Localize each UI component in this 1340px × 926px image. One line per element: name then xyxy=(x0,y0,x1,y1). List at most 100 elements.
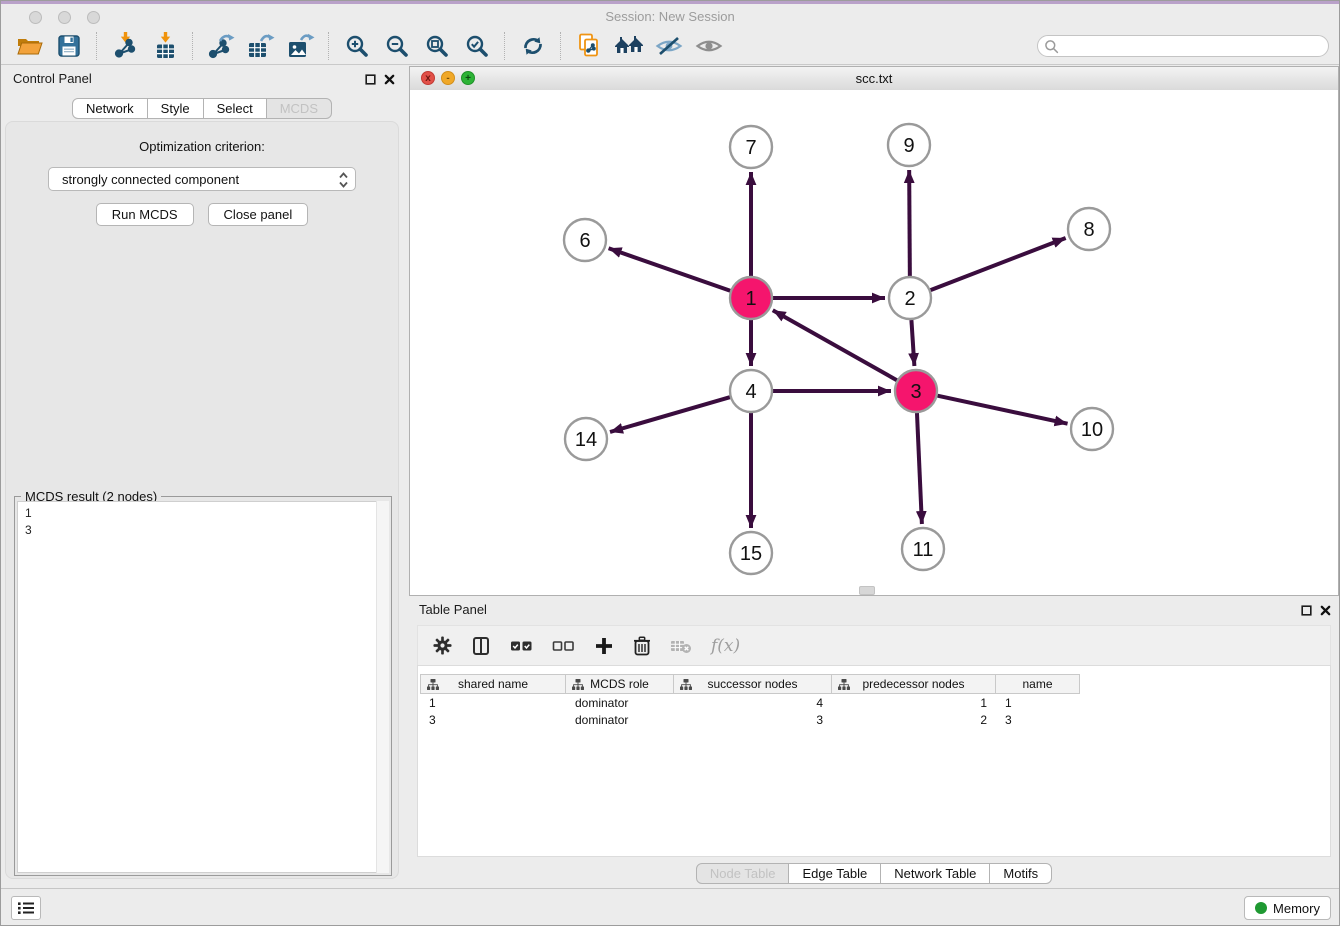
table-panel-tabs: Node TableEdge TableNetwork TableMotifs xyxy=(409,863,1339,884)
mcds-result-text[interactable]: 13 xyxy=(17,501,389,873)
column-header-shared-name[interactable]: shared name xyxy=(420,674,566,694)
edge-4-14[interactable] xyxy=(610,397,730,432)
select-all-button[interactable] xyxy=(510,639,533,653)
svg-text:3: 3 xyxy=(910,381,921,403)
table-row[interactable]: 1dominator411 xyxy=(420,694,1080,711)
main-toolbar xyxy=(1,27,1339,65)
column-header-mcds-role[interactable]: MCDS role xyxy=(566,674,674,694)
table-settings-button[interactable] xyxy=(433,636,452,655)
mcds-result-groupbox: MCDS result (2 nodes) 13 xyxy=(14,496,392,876)
table-row[interactable]: 3dominator323 xyxy=(420,711,1080,728)
close-table-panel-icon[interactable] xyxy=(1320,603,1331,621)
svg-text:6: 6 xyxy=(579,230,590,252)
toolbar-separator xyxy=(192,32,194,60)
graph-node-14[interactable]: 14 xyxy=(565,418,607,460)
hide-selected-button[interactable] xyxy=(651,30,687,62)
table-cell[interactable]: 1 xyxy=(832,696,996,710)
tab-mcds[interactable]: MCDS xyxy=(266,98,332,119)
float-panel-icon[interactable] xyxy=(365,72,376,90)
table-cell[interactable]: 1 xyxy=(996,696,1080,710)
criterion-dropdown[interactable]: strongly connected component xyxy=(48,167,356,191)
table-cell[interactable]: 3 xyxy=(674,713,832,727)
tab-motifs[interactable]: Motifs xyxy=(989,863,1052,884)
new-network-from-selection-button[interactable] xyxy=(571,30,607,62)
delete-table-icon xyxy=(670,638,692,654)
apply-layout-button[interactable] xyxy=(515,30,551,62)
tab-network[interactable]: Network xyxy=(72,98,148,119)
save-session-button[interactable] xyxy=(51,30,87,62)
edge-2-9[interactable] xyxy=(909,170,910,276)
graph-node-11[interactable]: 11 xyxy=(902,528,944,570)
table-cell[interactable]: 3 xyxy=(996,713,1080,727)
export-image-button[interactable] xyxy=(283,30,319,62)
close-panel-button[interactable]: Close panel xyxy=(208,203,309,226)
search-input[interactable] xyxy=(1037,35,1329,57)
svg-text:15: 15 xyxy=(740,543,762,565)
graph-node-7[interactable]: 7 xyxy=(730,126,772,168)
add-row-button[interactable] xyxy=(594,636,614,656)
open-folder-icon xyxy=(16,35,43,57)
edge-2-3[interactable] xyxy=(911,320,914,366)
edge-3-1[interactable] xyxy=(773,310,897,380)
table-cell[interactable]: 2 xyxy=(832,713,996,727)
edge-2-8[interactable] xyxy=(931,238,1066,290)
edge-3-10[interactable] xyxy=(938,396,1068,424)
column-header-successor-nodes[interactable]: successor nodes xyxy=(674,674,832,694)
network-canvas[interactable]: 1 2 3 4 6 7 8 9 10 11 14 15 xyxy=(410,90,1338,595)
tab-edge-table[interactable]: Edge Table xyxy=(788,863,881,884)
divider-drag-handle[interactable] xyxy=(859,586,875,595)
task-history-button[interactable] xyxy=(11,896,41,920)
show-all-button[interactable] xyxy=(691,30,727,62)
table-cell[interactable]: 3 xyxy=(420,713,566,727)
import-table-button[interactable] xyxy=(147,30,183,62)
edge-3-11[interactable] xyxy=(917,413,922,524)
result-scrollbar[interactable] xyxy=(376,501,389,873)
close-panel-icon[interactable] xyxy=(384,72,395,90)
memory-button-label: Memory xyxy=(1273,901,1320,916)
float-table-panel-icon[interactable] xyxy=(1301,603,1312,621)
tab-network-table[interactable]: Network Table xyxy=(880,863,990,884)
graph-node-2[interactable]: 2 xyxy=(889,277,931,319)
open-session-button[interactable] xyxy=(11,30,47,62)
graph-node-9[interactable]: 9 xyxy=(888,124,930,166)
zoom-out-button[interactable] xyxy=(379,30,415,62)
function-builder-button[interactable]: f(x) xyxy=(711,636,740,656)
zoom-selected-button[interactable] xyxy=(459,30,495,62)
graph-node-1[interactable]: 1 xyxy=(730,277,772,319)
table-cell[interactable]: dominator xyxy=(566,713,674,727)
graph-node-4[interactable]: 4 xyxy=(730,370,772,412)
import-network-button[interactable] xyxy=(107,30,143,62)
show-columns-button[interactable] xyxy=(471,636,491,656)
graph-node-6[interactable]: 6 xyxy=(564,219,606,261)
zoom-in-button[interactable] xyxy=(339,30,375,62)
table-cell[interactable]: 4 xyxy=(674,696,832,710)
delete-table-button[interactable] xyxy=(670,638,692,654)
home-view-button[interactable] xyxy=(611,30,647,62)
tab-select[interactable]: Select xyxy=(203,98,267,119)
svg-text:4: 4 xyxy=(745,381,756,403)
export-table-button[interactable] xyxy=(243,30,279,62)
edge-1-6[interactable] xyxy=(609,248,731,290)
mcds-result-line: 3 xyxy=(25,522,388,539)
graph-node-10[interactable]: 10 xyxy=(1071,408,1113,450)
table-cell[interactable]: 1 xyxy=(420,696,566,710)
memory-button[interactable]: Memory xyxy=(1244,896,1331,920)
delete-row-button[interactable] xyxy=(633,636,651,656)
tab-style[interactable]: Style xyxy=(147,98,204,119)
zoom-fit-button[interactable] xyxy=(419,30,455,62)
import-network-icon xyxy=(113,32,138,59)
graph-node-3[interactable]: 3 xyxy=(895,370,937,412)
column-header-name[interactable]: name xyxy=(996,674,1080,694)
network-canvas-svg: 1 2 3 4 6 7 8 9 10 11 14 15 xyxy=(410,90,1340,595)
svg-text:1: 1 xyxy=(745,288,756,310)
deselect-all-button[interactable] xyxy=(552,639,575,653)
run-mcds-button[interactable]: Run MCDS xyxy=(96,203,194,226)
export-network-button[interactable] xyxy=(203,30,239,62)
column-header-predecessor-nodes[interactable]: predecessor nodes xyxy=(832,674,996,694)
graph-node-15[interactable]: 15 xyxy=(730,532,772,574)
application-window: Session: New Session xyxy=(0,0,1340,926)
graph-node-8[interactable]: 8 xyxy=(1068,208,1110,250)
table-cell[interactable]: dominator xyxy=(566,696,674,710)
tab-node-table[interactable]: Node Table xyxy=(696,863,790,884)
eye-icon xyxy=(695,35,723,57)
